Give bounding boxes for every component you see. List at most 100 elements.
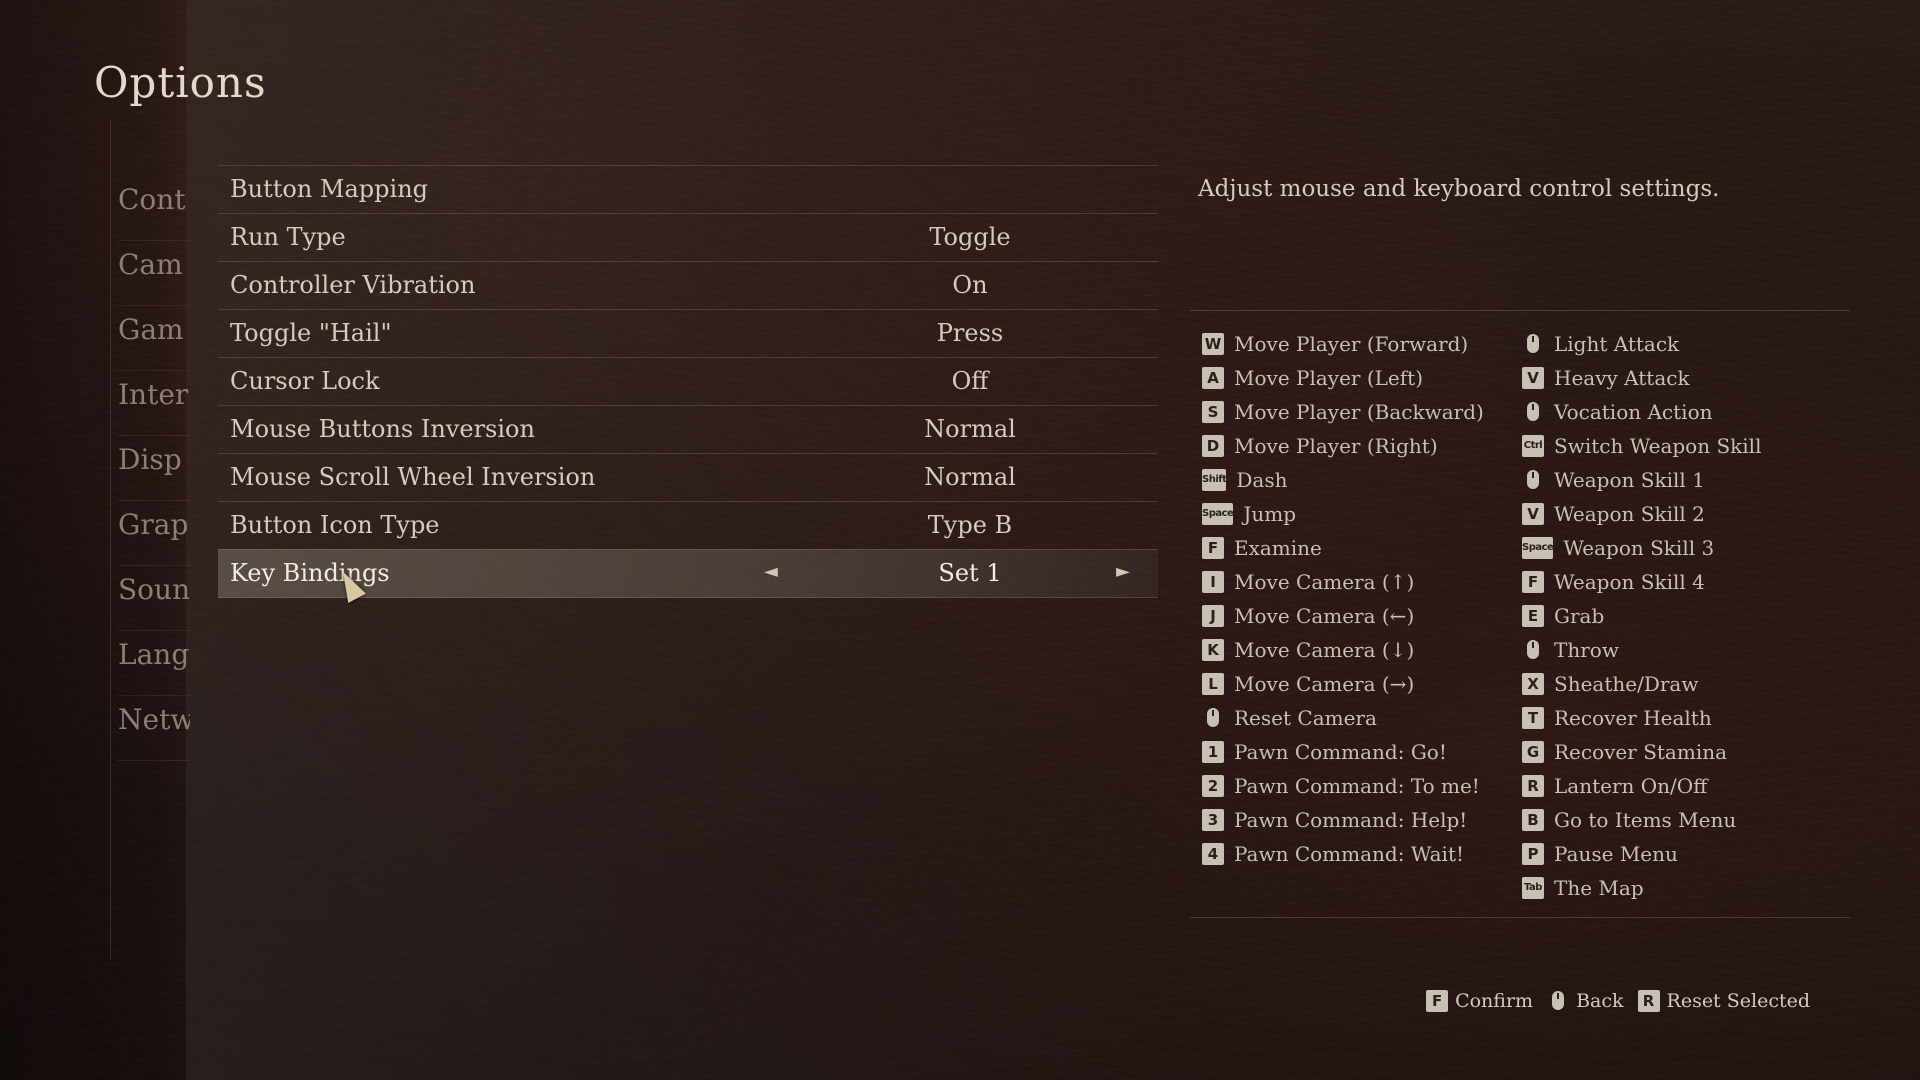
footer-hint[interactable]: F Confirm [1426,990,1547,1012]
footer-hint-label: Reset Selected [1666,990,1810,1012]
binding-action: Move Camera (↑) [1234,570,1415,594]
binding-row: Weapon Skill 1 [1522,463,1761,497]
binding-row: T Recover Health [1522,701,1761,735]
binding-action: Move Camera (←) [1234,604,1415,628]
setting-row[interactable]: Mouse Scroll Wheel Inversion Normal [218,453,1158,501]
side-menu-item[interactable]: Disp [118,436,190,501]
mouse-middle-button-icon [1202,707,1224,729]
side-divider [110,120,111,960]
binding-row: Light Attack [1522,327,1761,361]
key-icon: 3 [1202,809,1224,831]
arrow-right-icon[interactable]: ► [1116,561,1130,582]
side-menu-item[interactable]: Soun [118,566,190,631]
setting-row[interactable]: Toggle "Hail" Press [218,309,1158,357]
key-icon: J [1202,605,1224,627]
binding-row: Vocation Action [1522,395,1761,429]
setting-value: Off [951,367,989,395]
binding-action: Weapon Skill 3 [1563,536,1715,560]
footer-hint-label: Back [1576,990,1624,1012]
binding-row: R Lantern On/Off [1522,769,1761,803]
binding-row: S Move Player (Backward) [1202,395,1484,429]
setting-label: Run Type [230,223,346,251]
footer-hint-label: Confirm [1455,990,1534,1012]
binding-row: Ctrl Switch Weapon Skill [1522,429,1761,463]
binding-row: A Move Player (Left) [1202,361,1484,395]
binding-row: 4 Pawn Command: Wait! [1202,837,1484,871]
binding-action: Heavy Attack [1554,366,1690,390]
binding-action: The Map [1554,876,1644,900]
binding-action: Move Camera (→) [1234,672,1415,696]
binding-action: Examine [1234,536,1322,560]
side-menu-item[interactable]: Lang [118,631,190,696]
binding-row: B Go to Items Menu [1522,803,1761,837]
binding-action: Move Player (Forward) [1234,332,1469,356]
footer-hint[interactable]: R Reset Selected [1637,990,1824,1012]
key-icon: E [1522,605,1544,627]
key-icon: Ctrl [1522,435,1544,457]
setting-label: Key Bindings [230,559,390,587]
binding-row: Space Weapon Skill 3 [1522,531,1761,565]
binding-action: Sheathe/Draw [1554,672,1699,696]
setting-row[interactable]: Cursor Lock Off [218,357,1158,405]
key-icon: 4 [1202,843,1224,865]
key-icon: W [1202,333,1224,355]
key-icon: F [1522,571,1544,593]
binding-action: Jump [1243,502,1296,526]
side-menu-item[interactable]: Gam [118,306,190,371]
binding-row: Shift Dash [1202,463,1484,497]
setting-label: Mouse Buttons Inversion [230,415,535,443]
side-menu-item[interactable]: Inter [118,371,190,436]
setting-value: Press [936,319,1004,347]
binding-row: D Move Player (Right) [1202,429,1484,463]
key-icon: A [1202,367,1224,389]
binding-action: Pawn Command: To me! [1234,774,1480,798]
mouse-right-button-icon [1522,639,1544,661]
binding-action: Switch Weapon Skill [1554,434,1762,458]
key-icon: X [1522,673,1544,695]
setting-value: Normal [924,463,1016,491]
bindings-column-left: W Move Player (Forward) A Move Player (Left… [1202,327,1484,871]
setting-value: On [952,271,988,299]
binding-action: Go to Items Menu [1554,808,1737,832]
setting-label: Mouse Scroll Wheel Inversion [230,463,596,491]
setting-row[interactable]: Button Icon Type Type B [218,501,1158,549]
side-menu: Cont Cam Gam Inter Disp Grap Soun Lang Netw [118,176,190,761]
side-menu-item[interactable]: Grap [118,501,190,566]
binding-action: Weapon Skill 1 [1554,468,1705,492]
setting-description: Adjust mouse and keyboard control settin… [1198,176,1720,202]
binding-row: 2 Pawn Command: To me! [1202,769,1484,803]
footer-hint[interactable]: Back [1547,990,1637,1012]
binding-action: Pawn Command: Help! [1234,808,1468,832]
setting-row[interactable]: Button Mapping [218,165,1158,213]
key-icon: I [1202,571,1224,593]
key-icon: R [1522,775,1544,797]
setting-value: Normal [924,415,1016,443]
setting-row[interactable]: Run Type Toggle [218,213,1158,261]
binding-action: Weapon Skill 4 [1554,570,1705,594]
binding-row: J Move Camera (←) [1202,599,1484,633]
side-menu-item[interactable]: Cam [118,241,190,306]
arrow-left-icon[interactable]: ◄ [764,561,778,582]
binding-action: Pawn Command: Wait! [1234,842,1465,866]
setting-row[interactable]: Controller Vibration On [218,261,1158,309]
binding-action: Pawn Command: Go! [1234,740,1447,764]
binding-row: L Move Camera (→) [1202,667,1484,701]
setting-row[interactable]: Mouse Buttons Inversion Normal [218,405,1158,453]
key-icon: D [1202,435,1224,457]
side-menu-item[interactable]: Cont [118,176,190,241]
mouse-right-button-icon [1547,990,1569,1012]
binding-row: K Move Camera (↓) [1202,633,1484,667]
settings-list: Button Mapping Run Type Toggle Controller V… [218,165,1158,598]
binding-action: Move Camera (↓) [1234,638,1415,662]
setting-label: Controller Vibration [230,271,476,299]
binding-row: W Move Player (Forward) [1202,327,1484,361]
binding-row: E Grab [1522,599,1761,633]
side-menu-item[interactable]: Netw [118,696,190,761]
binding-row: V Weapon Skill 2 [1522,497,1761,531]
binding-action: Dash [1236,468,1288,492]
binding-action: Recover Stamina [1554,740,1728,764]
binding-row: F Examine [1202,531,1484,565]
binding-action: Lantern On/Off [1554,774,1708,798]
binding-row: I Move Camera (↑) [1202,565,1484,599]
key-icon: B [1522,809,1544,831]
